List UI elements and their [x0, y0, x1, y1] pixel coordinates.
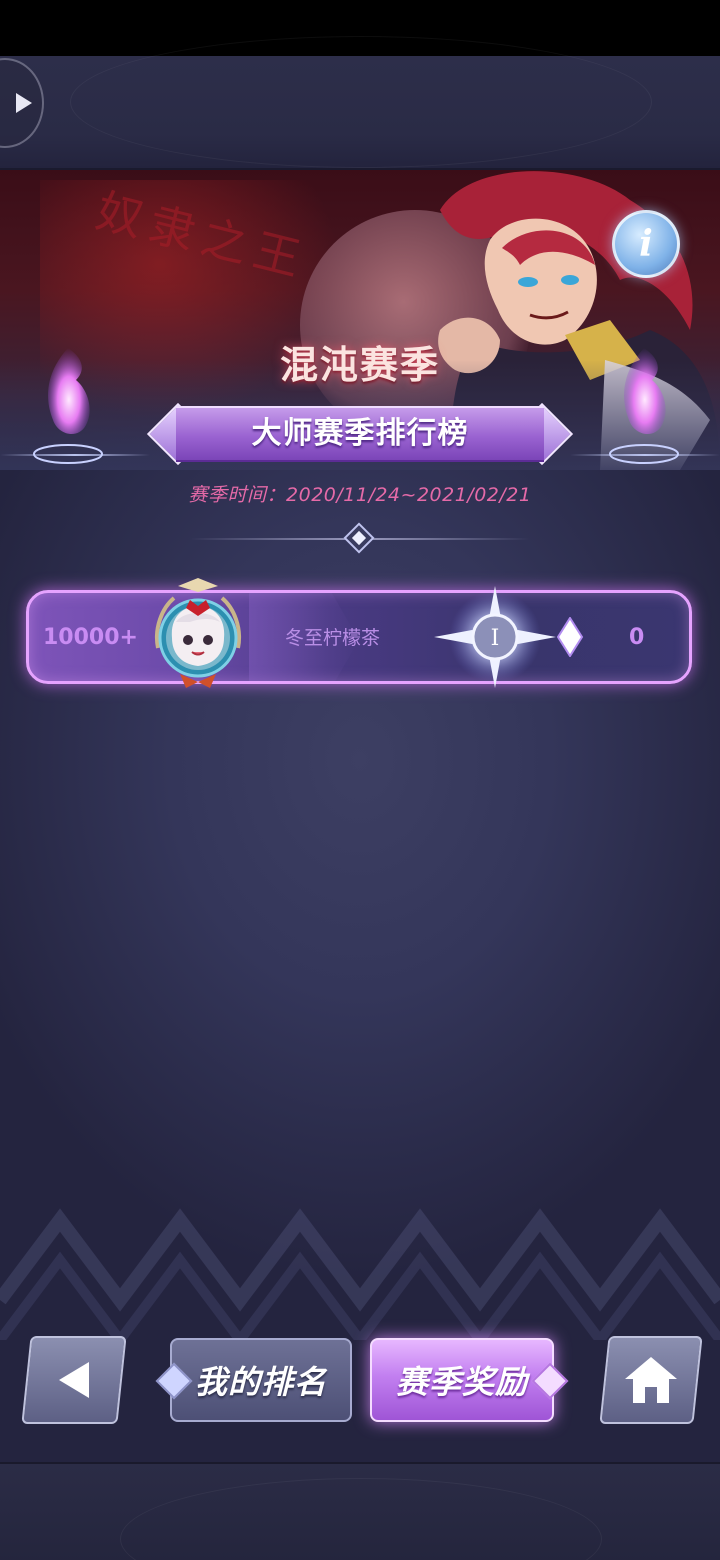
home-button[interactable] — [599, 1336, 703, 1424]
rank-badge-numeral: I — [491, 626, 500, 651]
top-bar-ornament — [70, 36, 652, 168]
rank-badge-icon: I — [434, 586, 556, 688]
play-arrow-icon — [16, 93, 32, 113]
my-rank-gem-icon — [155, 1362, 193, 1400]
player-rank: 10000+ — [43, 625, 138, 650]
back-arrow-icon — [59, 1362, 89, 1398]
info-button[interactable]: i — [612, 210, 680, 278]
screen: 奴隶之王 i 混沌赛季 大师赛季排行榜 赛季时间：2020/11/24~2021… — [0, 0, 720, 1560]
season-reward-gem-icon — [531, 1362, 569, 1400]
player-score: 0 — [629, 625, 645, 650]
my-rank-label: 我的排名 — [194, 1363, 327, 1401]
purple-flame-right-icon — [609, 348, 679, 464]
home-icon — [625, 1357, 677, 1403]
leaderboard-title: 大师赛季排行榜 — [251, 416, 469, 451]
flame-line-left — [0, 454, 150, 456]
bottom-bar-ornament — [120, 1478, 602, 1560]
divider-gem-icon — [343, 522, 375, 554]
player-rank-row[interactable]: 10000+ 冬至柠檬茶 0 — [26, 590, 692, 684]
season-time: 赛季时间：2020/11/24~2021/02/21 — [188, 484, 532, 506]
back-button[interactable] — [21, 1336, 127, 1424]
season-name: 混沌赛季 — [279, 342, 440, 387]
season-reward-button[interactable]: 赛季奖励 — [370, 1338, 569, 1422]
my-rank-button[interactable]: 我的排名 — [155, 1338, 352, 1422]
purple-flame-left-icon — [33, 348, 103, 464]
bottom-bar — [0, 1462, 720, 1560]
flame-line-right — [570, 454, 720, 456]
leaderboard-title-plate: 大师赛季排行榜 — [140, 402, 580, 466]
player-avatar — [155, 578, 241, 688]
season-reward-label: 赛季奖励 — [395, 1363, 528, 1401]
diamond-icon — [556, 617, 584, 657]
info-icon: i — [639, 223, 653, 265]
background-zigzag-deco — [0, 1208, 720, 1340]
top-bar — [0, 36, 720, 170]
player-name: 冬至柠檬茶 — [285, 627, 381, 649]
